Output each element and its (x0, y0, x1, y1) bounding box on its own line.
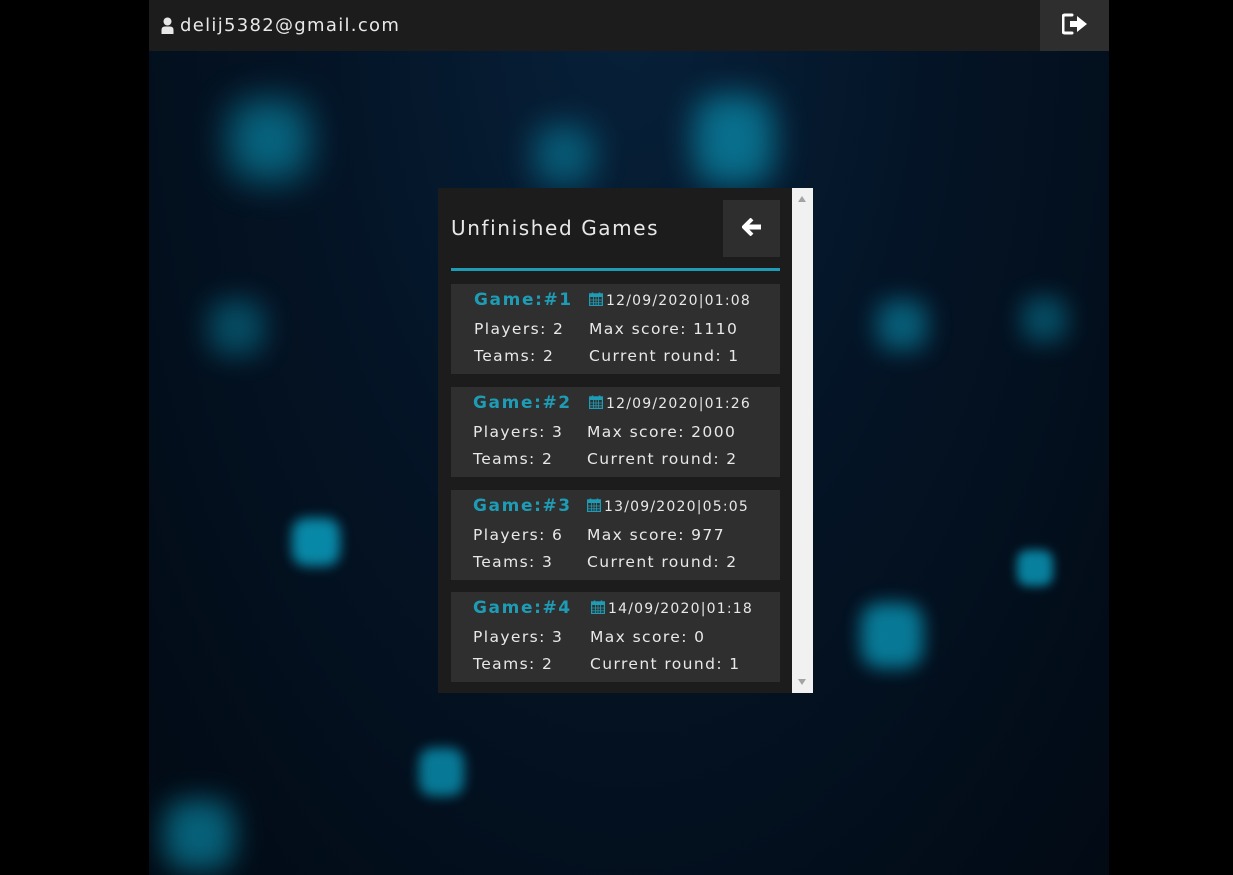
background-glow (1017, 550, 1053, 586)
background-glow (877, 300, 927, 350)
calendar-icon (588, 395, 604, 413)
game-title: Game:#1 (474, 290, 573, 310)
game-date-text: 13/09/2020|05:05 (604, 499, 749, 515)
calendar-icon (590, 600, 606, 618)
game-title: Game:#3 (473, 496, 572, 516)
game-title: Game:#4 (473, 598, 572, 618)
game-teams: Teams: 2 (474, 347, 555, 365)
background-glow (534, 125, 594, 185)
background-glow (209, 300, 264, 355)
calendar-icon (586, 498, 602, 516)
scroll-up-arrow-icon[interactable] (798, 196, 806, 202)
game-date-text: 12/09/2020|01:08 (606, 293, 751, 309)
game-title: Game:#2 (473, 393, 572, 413)
game-max-score: Max score: 0 (590, 628, 706, 646)
background-glow (861, 603, 923, 668)
game-players: Players: 6 (473, 526, 564, 544)
unfinished-games-panel: Unfinished Games Game:#1 12/09/2020|01:0… (438, 188, 792, 693)
game-teams: Teams: 2 (473, 655, 554, 673)
game-date-text: 14/09/2020|01:18 (608, 601, 753, 617)
calendar-icon (588, 292, 604, 310)
game-card[interactable]: Game:#1 12/09/2020|01:08 Players: 2 Max … (451, 284, 780, 374)
title-divider (451, 268, 780, 271)
arrow-left-icon (740, 217, 762, 240)
top-bar: delij5382@gmail.com (149, 0, 1109, 51)
game-card[interactable]: Game:#4 14/09/2020|01:18 Players: 3 Max … (451, 592, 780, 682)
sign-out-icon (1061, 13, 1088, 39)
scroll-down-arrow-icon[interactable] (798, 679, 806, 685)
game-max-score: Max score: 2000 (587, 423, 737, 441)
background-glow (419, 748, 464, 796)
user-icon (161, 17, 174, 34)
background-glow (694, 95, 774, 185)
game-players: Players: 2 (474, 320, 565, 338)
panel-title: Unfinished Games (451, 216, 660, 240)
background-glow (229, 100, 309, 180)
game-players: Players: 3 (473, 423, 564, 441)
game-current-round: Current round: 1 (589, 347, 740, 365)
game-date: 13/09/2020|05:05 (586, 498, 749, 516)
game-current-round: Current round: 2 (587, 553, 738, 571)
user-info: delij5382@gmail.com (161, 13, 400, 37)
game-date-text: 12/09/2020|01:26 (606, 396, 751, 412)
panel-scrollbar[interactable] (792, 188, 813, 693)
game-current-round: Current round: 2 (587, 450, 738, 468)
background-glow (292, 518, 340, 566)
game-date: 12/09/2020|01:26 (588, 395, 751, 413)
background-glow (1022, 297, 1067, 342)
back-button[interactable] (723, 200, 780, 257)
game-teams: Teams: 2 (473, 450, 554, 468)
game-card[interactable]: Game:#2 12/09/2020|01:26 Players: 3 Max … (451, 387, 780, 477)
game-date: 12/09/2020|01:08 (588, 292, 751, 310)
game-card[interactable]: Game:#3 13/09/2020|05:05 Players: 6 Max … (451, 490, 780, 580)
game-max-score: Max score: 1110 (589, 320, 739, 338)
game-current-round: Current round: 1 (590, 655, 741, 673)
user-email: delij5382@gmail.com (180, 14, 401, 36)
game-max-score: Max score: 977 (587, 526, 725, 544)
game-teams: Teams: 3 (473, 553, 554, 571)
background-glow (164, 800, 234, 870)
game-players: Players: 3 (473, 628, 564, 646)
logout-button[interactable] (1040, 0, 1109, 51)
game-date: 14/09/2020|01:18 (590, 600, 753, 618)
